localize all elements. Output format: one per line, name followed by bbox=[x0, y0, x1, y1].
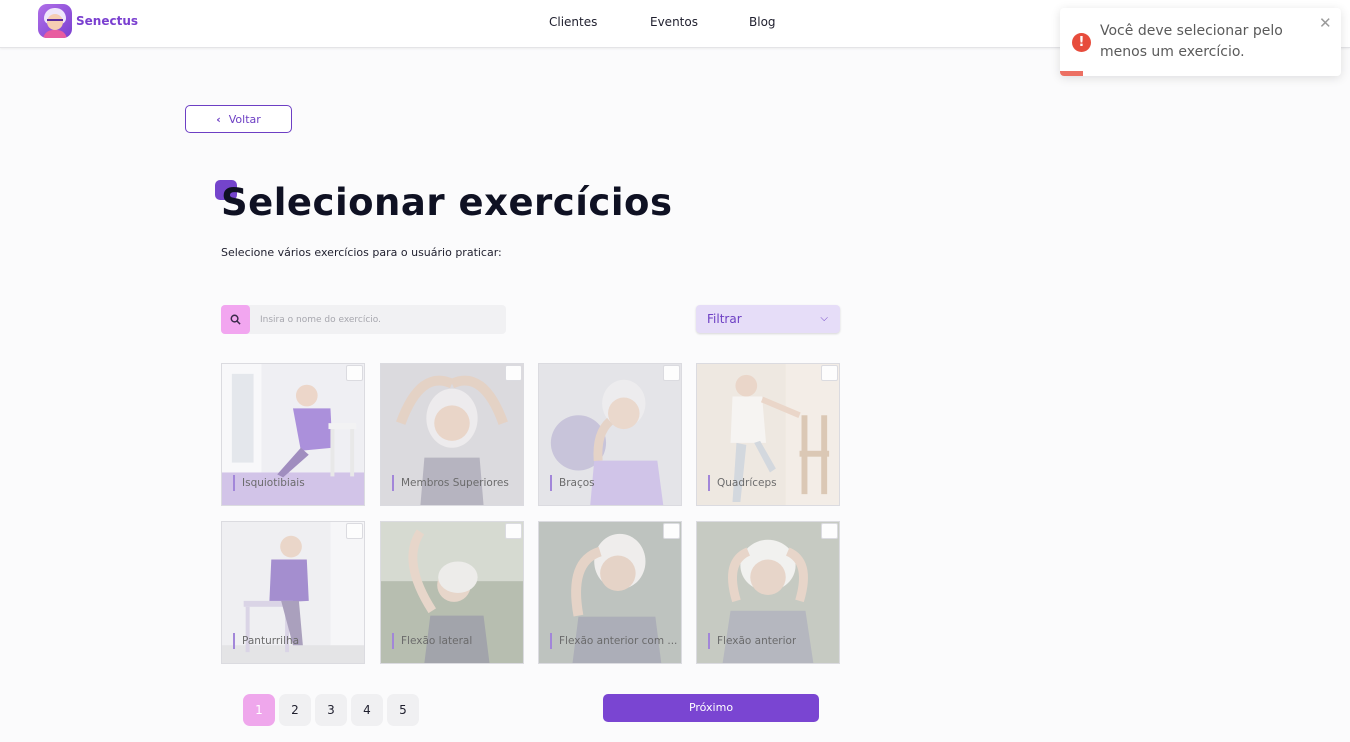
close-icon[interactable]: ✕ bbox=[1319, 14, 1332, 32]
back-button-label: Voltar bbox=[228, 112, 261, 126]
page-subtitle: Selecione vários exercícios para o usuár… bbox=[221, 246, 502, 259]
filter-dropdown[interactable]: Filtrar ⌵ bbox=[696, 305, 840, 333]
exercise-card[interactable]: Flexão anterior com ... bbox=[538, 521, 682, 664]
exercise-name: Braços bbox=[550, 475, 595, 491]
exercise-name: Panturrilha bbox=[233, 633, 299, 649]
page-button-1[interactable]: 1 bbox=[243, 694, 275, 726]
page-button-3[interactable]: 3 bbox=[315, 694, 347, 726]
exercise-name: Isquiotibiais bbox=[233, 475, 305, 491]
search-bar bbox=[221, 305, 506, 334]
exercise-checkbox[interactable] bbox=[346, 365, 363, 381]
exercise-card[interactable]: Flexão lateral bbox=[380, 521, 524, 664]
exercise-card[interactable]: Membros Superiores bbox=[380, 363, 524, 506]
brand-logo[interactable]: Senectus bbox=[38, 4, 138, 38]
back-button[interactable]: ‹ Voltar bbox=[185, 105, 292, 133]
exercise-checkbox[interactable] bbox=[821, 365, 838, 381]
exercise-checkbox[interactable] bbox=[663, 365, 680, 381]
error-icon: ! bbox=[1072, 33, 1091, 52]
nav-link-eventos[interactable]: Eventos bbox=[650, 15, 698, 29]
exercise-name: Flexão lateral bbox=[392, 633, 472, 649]
nav-link-clientes[interactable]: Clientes bbox=[549, 15, 597, 29]
exercise-checkbox[interactable] bbox=[505, 365, 522, 381]
page-button-4[interactable]: 4 bbox=[351, 694, 383, 726]
exercise-name: Quadríceps bbox=[708, 475, 777, 491]
error-toast: ! Você deve selecionar pelo menos um exe… bbox=[1060, 8, 1341, 76]
exercise-name: Flexão anterior com ... bbox=[550, 633, 677, 649]
toast-progress-bar bbox=[1060, 71, 1083, 76]
exercise-checkbox[interactable] bbox=[821, 523, 838, 539]
exercise-card[interactable]: Quadríceps bbox=[696, 363, 840, 506]
page-button-5[interactable]: 5 bbox=[387, 694, 419, 726]
exercise-card[interactable]: Braços bbox=[538, 363, 682, 506]
exercise-name: Flexão anterior bbox=[708, 633, 796, 649]
exercise-checkbox[interactable] bbox=[663, 523, 680, 539]
exercise-card[interactable]: Isquiotibiais bbox=[221, 363, 365, 506]
page-button-2[interactable]: 2 bbox=[279, 694, 311, 726]
filter-label: Filtrar bbox=[707, 312, 742, 326]
nav-link-blog[interactable]: Blog bbox=[749, 15, 776, 29]
exercise-checkbox[interactable] bbox=[505, 523, 522, 539]
brand-name: Senectus bbox=[76, 14, 138, 28]
page-title: Selecionar exercícios bbox=[221, 181, 673, 224]
chevron-down-icon: ⌵ bbox=[820, 313, 828, 324]
search-button[interactable] bbox=[221, 305, 250, 334]
exercise-checkbox[interactable] bbox=[346, 523, 363, 539]
search-input[interactable] bbox=[254, 305, 504, 334]
exercise-card[interactable]: Panturrilha bbox=[221, 521, 365, 664]
logo-avatar-icon bbox=[38, 4, 72, 38]
exercise-card[interactable]: Flexão anterior bbox=[696, 521, 840, 664]
search-icon bbox=[230, 314, 241, 325]
next-button[interactable]: Próximo bbox=[603, 694, 819, 722]
toast-message: Você deve selecionar pelo menos um exerc… bbox=[1100, 23, 1283, 60]
exercise-name: Membros Superiores bbox=[392, 475, 509, 491]
chevron-left-icon: ‹ bbox=[216, 112, 221, 126]
